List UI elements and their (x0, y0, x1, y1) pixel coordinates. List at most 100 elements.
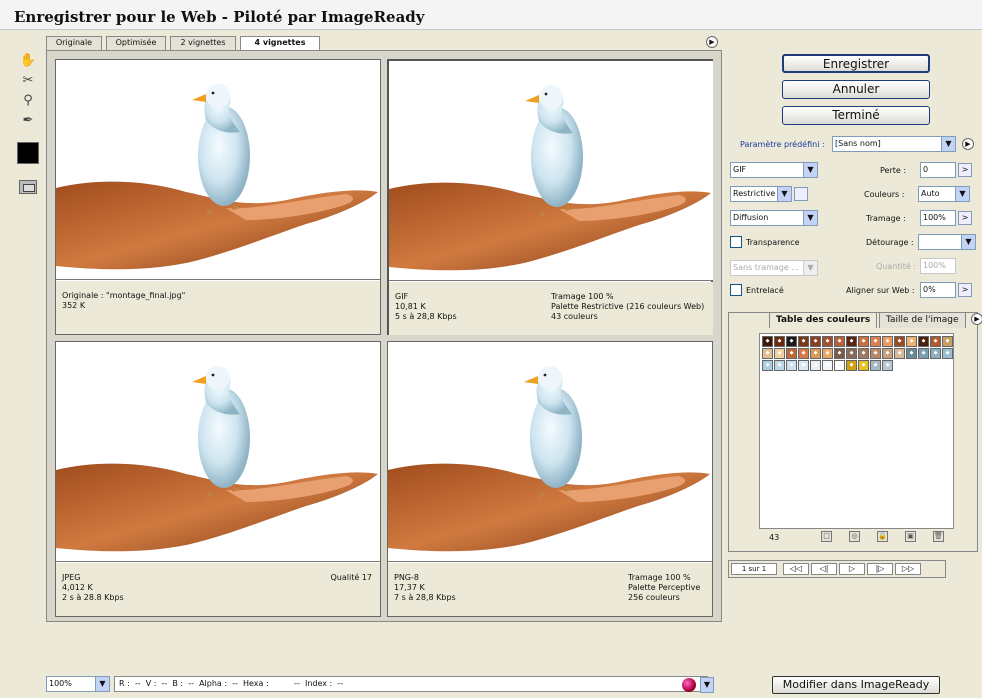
matte-select[interactable]: ▼ (918, 234, 976, 250)
color-swatch[interactable]: ◆ (894, 348, 905, 359)
tab-4-up[interactable]: 4 vignettes (240, 36, 320, 51)
color-swatch[interactable]: ◆ (810, 348, 821, 359)
color-swatch[interactable]: ◆ (870, 348, 881, 359)
color-swatch[interactable]: ◆ (906, 336, 917, 347)
color-table-menu-icon[interactable]: ▶ (971, 313, 982, 325)
color-swatch[interactable]: ◆ (822, 336, 833, 347)
color-swatch[interactable]: ◆ (834, 336, 845, 347)
amount-field[interactable]: 100% (920, 258, 956, 274)
tab-original[interactable]: Originale (46, 36, 102, 50)
optimize-menu-icon[interactable]: ▶ (962, 138, 974, 150)
colors-select[interactable]: Auto ▼ (918, 186, 970, 202)
preview-image (388, 342, 712, 562)
preset-select[interactable]: [Sans nom] ▼ (832, 136, 956, 152)
edit-in-imageready-button[interactable]: Modifier dans ImageReady (772, 676, 940, 694)
color-swatch[interactable]: ◆ (858, 348, 869, 359)
lock-color-icon[interactable]: 🔒 (877, 531, 888, 542)
tab-color-table[interactable]: Table des couleurs (769, 312, 878, 328)
color-swatch[interactable]: ◆ (834, 348, 845, 359)
palette-lock-icon[interactable] (794, 187, 808, 201)
color-swatch[interactable]: ◆ (810, 336, 821, 347)
transparency-dither-select[interactable]: Sans tramage ... ▼ (730, 260, 818, 276)
format-select[interactable]: GIF ▼ (730, 162, 818, 178)
new-color-icon[interactable]: ▣ (905, 531, 916, 542)
color-swatch[interactable]: ◆ (846, 360, 857, 371)
color-swatch[interactable]: ◆ (810, 360, 821, 371)
slice-visibility-icon[interactable] (19, 180, 37, 194)
next-frame-button[interactable]: |▷ (867, 563, 893, 575)
color-swatch[interactable]: ◆ (762, 360, 773, 371)
lossy-slider-icon[interactable]: > (958, 163, 972, 177)
color-swatch[interactable]: ◆ (798, 360, 809, 371)
color-swatch[interactable]: ◆ (906, 348, 917, 359)
dither-label: Tramage : (866, 214, 906, 223)
last-frame-button[interactable]: ▷▷ (895, 563, 921, 575)
cancel-button[interactable]: Annuler (782, 80, 930, 99)
transparency-checkbox[interactable] (730, 236, 742, 248)
color-swatch[interactable]: ◆ (786, 360, 797, 371)
color-swatch[interactable]: ◆ (870, 360, 881, 371)
color-swatch[interactable]: ◆ (918, 348, 929, 359)
color-swatch[interactable]: ◆ (846, 348, 857, 359)
color-swatch[interactable]: ◆ (894, 336, 905, 347)
shift-web-icon[interactable]: ◎ (849, 531, 860, 542)
tab-optimized[interactable]: Optimisée (106, 36, 166, 50)
color-swatch[interactable]: ◆ (822, 360, 833, 371)
previous-frame-button[interactable]: ◁| (811, 563, 837, 575)
color-swatch[interactable]: ◆ (798, 336, 809, 347)
color-swatch[interactable]: ◆ (930, 336, 941, 347)
preview-menu-icon[interactable]: ▶ (706, 36, 718, 48)
color-swatch[interactable]: ◆ (942, 336, 953, 347)
color-swatch[interactable]: ◆ (798, 348, 809, 359)
map-color-icon[interactable]: □ (821, 531, 832, 542)
zoom-icon[interactable]: ⚲ (19, 92, 37, 110)
color-swatch[interactable]: ◆ (774, 348, 785, 359)
color-swatch[interactable]: ◆ (774, 336, 785, 347)
color-swatch[interactable]: ◆ (834, 360, 845, 371)
dither-field[interactable]: 100% (920, 210, 956, 226)
browser-select-icon[interactable]: ▼ (700, 677, 714, 693)
done-button[interactable]: Terminé (782, 106, 930, 125)
websnap-slider-icon[interactable]: > (958, 283, 972, 297)
lossy-field[interactable]: 0 (920, 162, 956, 178)
color-swatch[interactable]: ◆ (774, 360, 785, 371)
play-button[interactable]: ▷ (839, 563, 865, 575)
pane-jpeg[interactable]: JPEG 4,012 K2 s à 28.8 Kbps Qualité 17 (55, 341, 381, 617)
tab-2-up[interactable]: 2 vignettes (170, 36, 236, 50)
color-swatch[interactable]: ◆ (858, 336, 869, 347)
slice-select-icon[interactable]: ✂ (19, 72, 37, 90)
websnap-field[interactable]: 0% (920, 282, 956, 298)
dither-slider-icon[interactable]: > (958, 211, 972, 225)
eyedropper-icon[interactable]: ✒ (19, 112, 37, 130)
palette-select[interactable]: Restrictive (... ▼ (730, 186, 792, 202)
color-swatch[interactable]: ◆ (786, 336, 797, 347)
zoom-select[interactable]: 100% ▼ (46, 676, 110, 692)
pane-png8[interactable]: PNG-8 17,37 K7 s à 28,8 Kbps Tramage 100 … (387, 341, 713, 617)
color-swatch[interactable]: ◆ (882, 336, 893, 347)
color-swatch[interactable]: ◆ (930, 348, 941, 359)
color-swatch[interactable]: ◆ (822, 348, 833, 359)
color-swatch[interactable]: ◆ (762, 348, 773, 359)
trash-icon[interactable]: 🗑 (933, 531, 944, 542)
browser-preview-icon[interactable] (682, 678, 696, 692)
dither-algo-select[interactable]: Diffusion ▼ (730, 210, 818, 226)
color-swatch[interactable]: ◆ (870, 336, 881, 347)
pane-gif[interactable]: GIF 10,81 K5 s à 28,8 Kbps Tramage 100 % P… (387, 59, 713, 335)
first-frame-button[interactable]: ◁◁ (783, 563, 809, 575)
color-swatch[interactable]: ◆ (858, 360, 869, 371)
interlaced-checkbox[interactable] (730, 284, 742, 296)
hand-icon[interactable]: ✋ (19, 52, 37, 70)
color-swatch[interactable]: ◆ (882, 348, 893, 359)
tab-image-size[interactable]: Taille de l'image (879, 312, 966, 328)
color-swatch[interactable]: ◆ (846, 336, 857, 347)
color-swatch[interactable]: ◆ (942, 348, 953, 359)
save-button[interactable]: Enregistrer (782, 54, 930, 73)
color-table-grid: ◆ ◆ ◆ ◆ ◆ ◆ ◆ ◆ ◆ ◆ ◆ ◆ ◆ ◆ ◆ ◆ ◆ ◆ ◆ ◆ ◆ ◆ ◆ ◆ ◆ ◆ ◆ ◆ ◆ ◆ ◆ ◆ ◆ ◆ ◆ ◆ ◆ ◆ ◆ ◆… (759, 333, 954, 529)
pane-original[interactable]: Originale : "montage_final.jpg" 352 K (55, 59, 381, 335)
pane-info: GIF 10,81 K5 s à 28,8 Kbps Tramage 100 % P… (389, 282, 713, 335)
color-swatch[interactable]: ◆ (786, 348, 797, 359)
color-swatch[interactable]: ◆ (918, 336, 929, 347)
color-swatch[interactable]: ◆ (882, 360, 893, 371)
color-swatch[interactable]: ◆ (762, 336, 773, 347)
eyedropper-color-swatch[interactable] (17, 142, 39, 164)
